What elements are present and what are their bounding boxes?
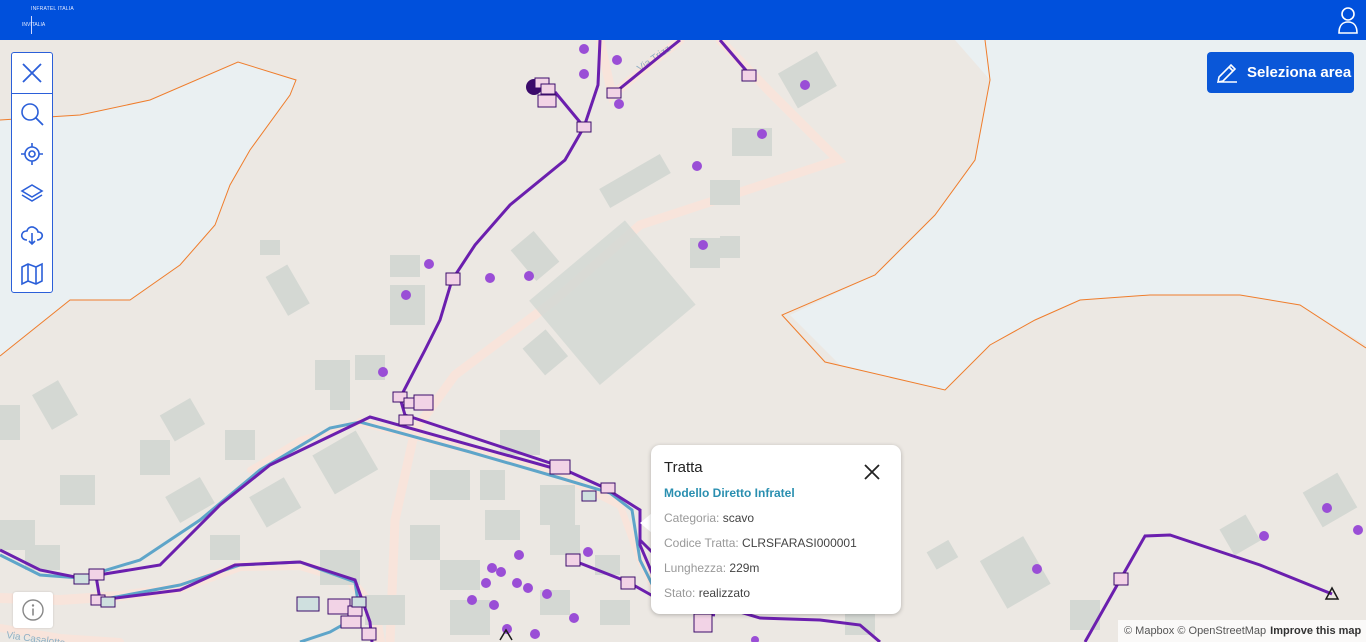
popup-title: Tratta <box>664 459 703 476</box>
map-toolbar <box>11 52 53 293</box>
layers-tool[interactable] <box>12 174 52 214</box>
popup-row-stato: Stato: realizzato <box>664 586 751 600</box>
feature-popup: Tratta Modello Diretto Infratel Categori… <box>651 445 901 614</box>
pencil-icon <box>1216 63 1237 83</box>
top-bar: INFRATEL ITALIA INVITALIA <box>0 0 1366 40</box>
logo-text-infratel: INFRATEL ITALIA <box>31 6 74 12</box>
attribution-text[interactable]: © Mapbox © OpenStreetMap <box>1124 625 1266 637</box>
popup-row-lunghezza: Lunghezza: 229m <box>664 561 760 575</box>
search-icon <box>21 103 44 126</box>
logo-text-invitalia: INVITALIA <box>22 22 46 28</box>
improve-map-link[interactable]: Improve this map <box>1270 625 1361 637</box>
basemap-tool[interactable] <box>12 254 52 294</box>
infratel-logo[interactable]: INFRATEL ITALIA INVITALIA <box>18 4 88 36</box>
popup-model: Modello Diretto Infratel <box>664 486 795 500</box>
download-tool[interactable] <box>12 214 52 254</box>
user-icon[interactable] <box>1338 6 1358 34</box>
close-icon <box>22 63 42 83</box>
cloud-download-icon <box>20 226 44 246</box>
close-tool[interactable] <box>12 53 52 93</box>
info-icon <box>22 599 44 621</box>
select-area-label: Seleziona area <box>1247 64 1352 81</box>
locate-tool[interactable] <box>12 134 52 174</box>
map-attribution: © Mapbox © OpenStreetMap Improve this ma… <box>1118 620 1366 642</box>
search-tool[interactable] <box>12 94 52 134</box>
select-area-button[interactable]: Seleziona area <box>1207 52 1354 93</box>
crosshair-icon <box>21 143 43 165</box>
popup-row-categoria: Categoria: scavo <box>664 511 755 525</box>
popup-row-codice: Codice Tratta: CLRSFARASI000001 <box>664 536 857 550</box>
layers-icon <box>20 184 44 202</box>
map-icon <box>21 262 43 286</box>
info-button[interactable] <box>13 592 53 628</box>
close-icon[interactable] <box>861 461 883 483</box>
